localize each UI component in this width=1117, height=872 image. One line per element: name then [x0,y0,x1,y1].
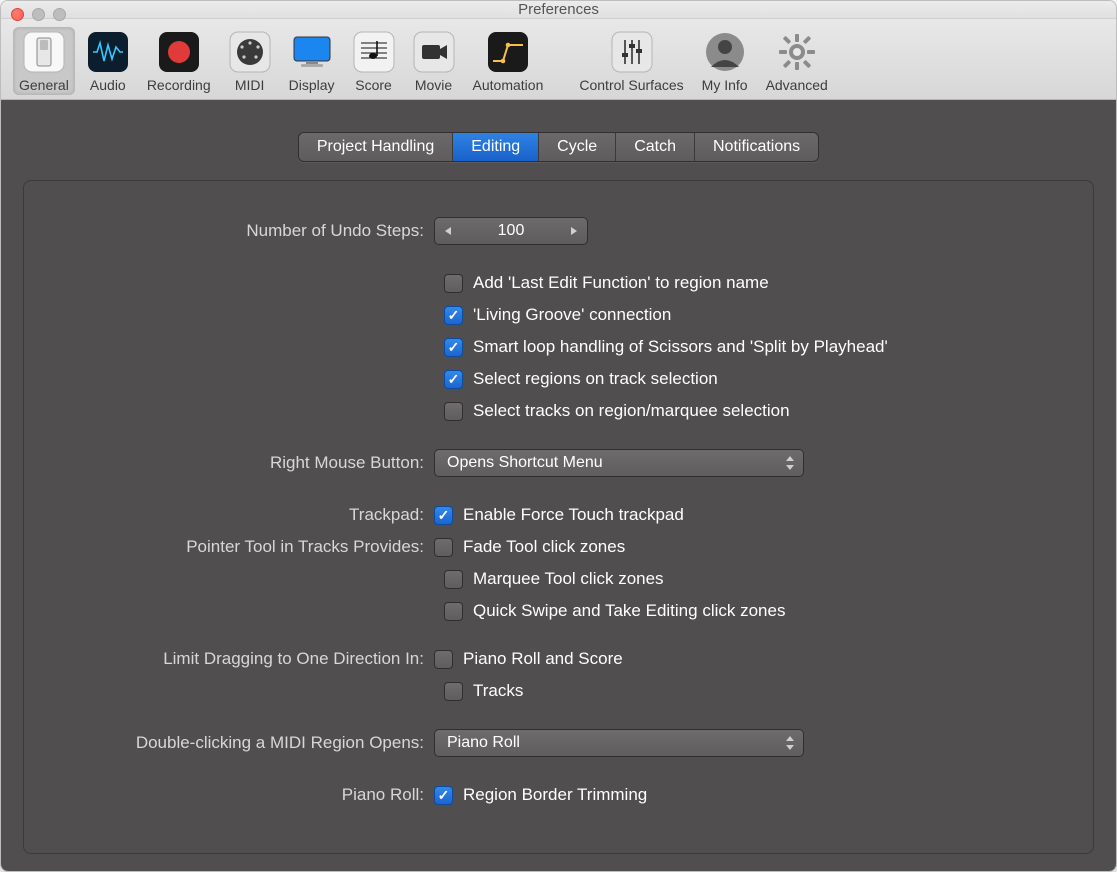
window-controls [11,8,66,21]
check-label: Piano Roll and Score [463,649,623,669]
my-info-icon [704,31,746,73]
check-label: Quick Swipe and Take Editing click zones [473,601,785,621]
popup-value: Piano Roll [447,734,520,752]
toolbar-label: Audio [90,77,126,93]
limit-dragging-label: Limit Dragging to One Direction In: [64,649,434,669]
minimize-button[interactable] [32,8,45,21]
automation-icon [487,31,529,73]
toolbar-label: Control Surfaces [579,77,683,93]
pointer-tool-label: Pointer Tool in Tracks Provides: [64,537,434,557]
popup-arrows-icon [781,453,799,473]
undo-steps-stepper[interactable]: 100 [434,217,588,245]
toolbar-audio[interactable]: Audio [81,27,135,95]
tab-catch[interactable]: Catch [616,133,695,161]
titlebar: Preferences [1,1,1116,19]
check-label: Smart loop handling of Scissors and 'Spl… [473,337,888,357]
general-icon [23,31,65,73]
stepper-increment[interactable] [559,218,587,244]
check-label: Select tracks on region/marquee selectio… [473,401,790,421]
toolbar-label: General [19,77,69,93]
double-click-midi-label: Double-clicking a MIDI Region Opens: [64,733,434,753]
toolbar-label: Automation [473,77,544,93]
toolbar-label: Movie [415,77,452,93]
popup-arrows-icon [781,733,799,753]
toolbar-my-info[interactable]: My Info [696,27,754,95]
display-icon [291,31,333,73]
toolbar-display[interactable]: Display [283,27,341,95]
window-title: Preferences [1,1,1116,18]
close-button[interactable] [11,8,24,21]
advanced-icon [776,31,818,73]
check-label: Marquee Tool click zones [473,569,664,589]
preferences-window: Preferences General Audio [0,0,1117,872]
check-quick-swipe[interactable] [444,602,463,621]
control-surfaces-icon [611,31,653,73]
toolbar-advanced[interactable]: Advanced [760,27,834,95]
audio-icon [87,31,129,73]
preferences-body: Project Handling Editing Cycle Catch Not… [1,100,1116,872]
preferences-toolbar: General Audio Recording [1,19,1116,100]
toolbar-control-surfaces[interactable]: Control Surfaces [573,27,689,95]
toolbar-movie[interactable]: Movie [407,27,461,95]
recording-icon [158,31,200,73]
piano-roll-label: Piano Roll: [64,785,434,805]
undo-steps-value[interactable]: 100 [463,218,559,244]
toolbar-score[interactable]: Score [347,27,401,95]
check-marquee-tool[interactable] [444,570,463,589]
movie-icon [413,31,455,73]
check-label: Enable Force Touch trackpad [463,505,684,525]
right-mouse-label: Right Mouse Button: [64,453,434,473]
toolbar-label: Score [355,77,392,93]
editing-panel: Number of Undo Steps: 100 Add 'Last E [23,180,1094,854]
stepper-decrement[interactable] [435,218,463,244]
check-limit-tracks[interactable] [444,682,463,701]
tab-cycle[interactable]: Cycle [539,133,616,161]
check-label: Fade Tool click zones [463,537,625,557]
tab-notifications[interactable]: Notifications [695,133,818,161]
toolbar-label: MIDI [235,77,265,93]
check-select-regions[interactable] [444,370,463,389]
undo-steps-label: Number of Undo Steps: [64,221,434,241]
check-smart-loop[interactable] [444,338,463,357]
check-fade-tool[interactable] [434,538,453,557]
toolbar-automation[interactable]: Automation [467,27,550,95]
check-label: Add 'Last Edit Function' to region name [473,273,769,293]
check-label: Select regions on track selection [473,369,718,389]
check-living-groove[interactable] [444,306,463,325]
toolbar-recording[interactable]: Recording [141,27,217,95]
check-force-touch[interactable] [434,506,453,525]
zoom-button[interactable] [53,8,66,21]
check-limit-pianoroll-score[interactable] [434,650,453,669]
double-click-midi-popup[interactable]: Piano Roll [434,729,804,757]
toolbar-label: Recording [147,77,211,93]
tab-editing[interactable]: Editing [453,133,539,161]
trackpad-label: Trackpad: [64,505,434,525]
check-label: 'Living Groove' connection [473,305,671,325]
right-mouse-popup[interactable]: Opens Shortcut Menu [434,449,804,477]
toolbar-label: My Info [702,77,748,93]
check-label: Region Border Trimming [463,785,647,805]
check-add-last-edit[interactable] [444,274,463,293]
toolbar-general[interactable]: General [13,27,75,95]
check-label: Tracks [473,681,523,701]
check-select-tracks[interactable] [444,402,463,421]
popup-value: Opens Shortcut Menu [447,454,603,472]
toolbar-label: Display [289,77,335,93]
check-region-border-trimming[interactable] [434,786,453,805]
sub-tab-bar: Project Handling Editing Cycle Catch Not… [23,132,1094,162]
toolbar-label: Advanced [766,77,828,93]
midi-icon [229,31,271,73]
score-icon [353,31,395,73]
toolbar-midi[interactable]: MIDI [223,27,277,95]
tab-project-handling[interactable]: Project Handling [299,133,453,161]
